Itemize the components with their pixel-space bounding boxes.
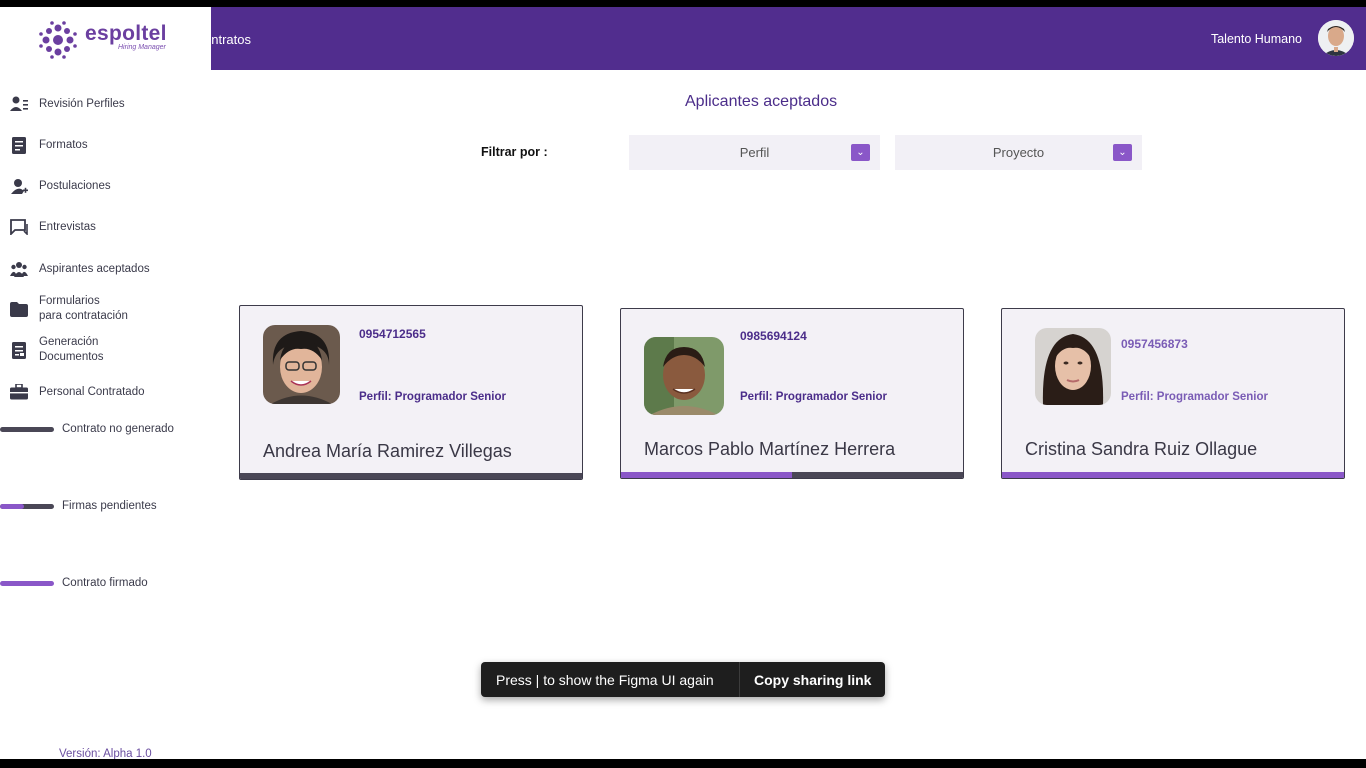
applicant-photo [1035,328,1111,405]
version-label: Versión: Alpha 1.0 [59,748,152,759]
applicant-photo [644,337,724,415]
brand-tagline: Hiring Manager [118,44,166,51]
user-list-icon [10,95,28,113]
filter-proyecto-select[interactable]: Proyecto ⌄ [895,135,1142,170]
applicant-perfil: Perfil: Programador Senior [740,391,887,403]
sidebar-item-label: Revisión Perfiles [39,97,125,110]
filter-perfil-value: Perfil [739,145,770,160]
sidebar-item-revision-perfiles[interactable]: Revisión Perfiles [10,95,125,113]
sidebar-item-formatos[interactable]: Formatos [10,136,88,154]
sidebar-item-label: Postulaciones [39,179,111,192]
document-icon [10,136,28,154]
legend-label: Contrato no generado [62,423,174,435]
sidebar-item-postulaciones[interactable]: Postulaciones [10,177,111,195]
applicant-photo [263,325,340,404]
applicant-card[interactable]: 0957456873 Perfil: Programador Senior Cr… [1001,308,1345,479]
sidebar: espoltel Hiring Manager Revisión Perfile… [0,7,211,759]
applicant-phone: 0954712565 [359,327,426,341]
legend-swatch [0,503,54,509]
legend-label: Contrato firmado [62,577,148,589]
briefcase-icon [10,383,28,401]
legend-swatch [0,580,54,586]
status-progress-bar [621,472,963,478]
brand-logo[interactable]: espoltel Hiring Manager [38,20,178,60]
top-bar: ontratos Talento Humano [204,7,1366,70]
legend-contrato-no-generado: Contrato no generado [0,423,174,435]
sidebar-item-aspirantes-aceptados[interactable]: Aspirantes aceptados [10,260,150,278]
sidebar-item-entrevistas[interactable]: Entrevistas [10,218,96,236]
sidebar-item-personal-contratado[interactable]: Personal Contratado [10,383,144,401]
sidebar-item-formularios[interactable]: Formularios para contratación [10,294,128,324]
sidebar-item-label: Aspirantes aceptados [39,262,150,275]
avatar[interactable] [1318,20,1354,56]
chevron-down-icon[interactable]: ⌄ [1113,144,1132,161]
status-progress-bar [240,473,582,479]
applicant-perfil: Perfil: Programador Senior [1121,391,1268,403]
applicant-card[interactable]: 0954712565 Perfil: Programador Senior An… [239,305,583,480]
figma-toast: Press | to show the Figma UI again Copy … [481,662,885,697]
user-role-label: Talento Humano [1210,32,1302,46]
page-title: Aplicantes aceptados [685,93,838,110]
applicant-card[interactable]: 0985694124 Perfil: Programador Senior Ma… [620,308,964,479]
sidebar-item-label: Entrevistas [39,220,96,233]
chat-icon [10,218,28,236]
sidebar-item-label: Formatos [39,138,88,151]
filter-perfil-select[interactable]: Perfil ⌄ [629,135,880,170]
brand-name: espoltel [85,22,167,45]
sidebar-item-label: Generación Documentos [39,336,104,363]
sidebar-item-label: Formularios para contratación [39,295,128,322]
legend-swatch [0,426,54,432]
filter-label: Filtrar por : [481,145,548,159]
user-add-icon [10,177,28,195]
legend-firmas-pendientes: Firmas pendientes [0,500,157,512]
folder-icon [10,300,28,318]
applicant-phone: 0957456873 [1121,337,1188,351]
document-edit-icon [10,341,28,359]
applicant-name: Cristina Sandra Ruiz Ollague [1025,439,1258,459]
breadcrumb[interactable]: ontratos [204,32,251,47]
toast-message: Press | to show the Figma UI again [496,671,714,688]
applicant-name: Marcos Pablo Martínez Herrera [644,439,896,459]
chevron-down-icon[interactable]: ⌄ [851,144,870,161]
applicant-perfil: Perfil: Programador Senior [359,391,506,403]
sidebar-item-label: Personal Contratado [39,385,145,398]
status-progress-bar [1002,472,1344,478]
app-frame: ontratos Talento Humano espoltel Hiring … [0,7,1366,759]
applicant-name: Andrea María Ramirez Villegas [263,441,512,461]
copy-sharing-link-button[interactable]: Copy sharing link [740,672,871,688]
sidebar-item-generacion-documentos[interactable]: Generación Documentos [10,335,104,365]
logo-icon [39,21,77,59]
filter-proyecto-value: Proyecto [992,145,1045,160]
legend-label: Firmas pendientes [62,500,157,512]
legend-contrato-firmado: Contrato firmado [0,577,148,589]
applicant-phone: 0985694124 [740,329,807,343]
group-icon [10,260,28,278]
